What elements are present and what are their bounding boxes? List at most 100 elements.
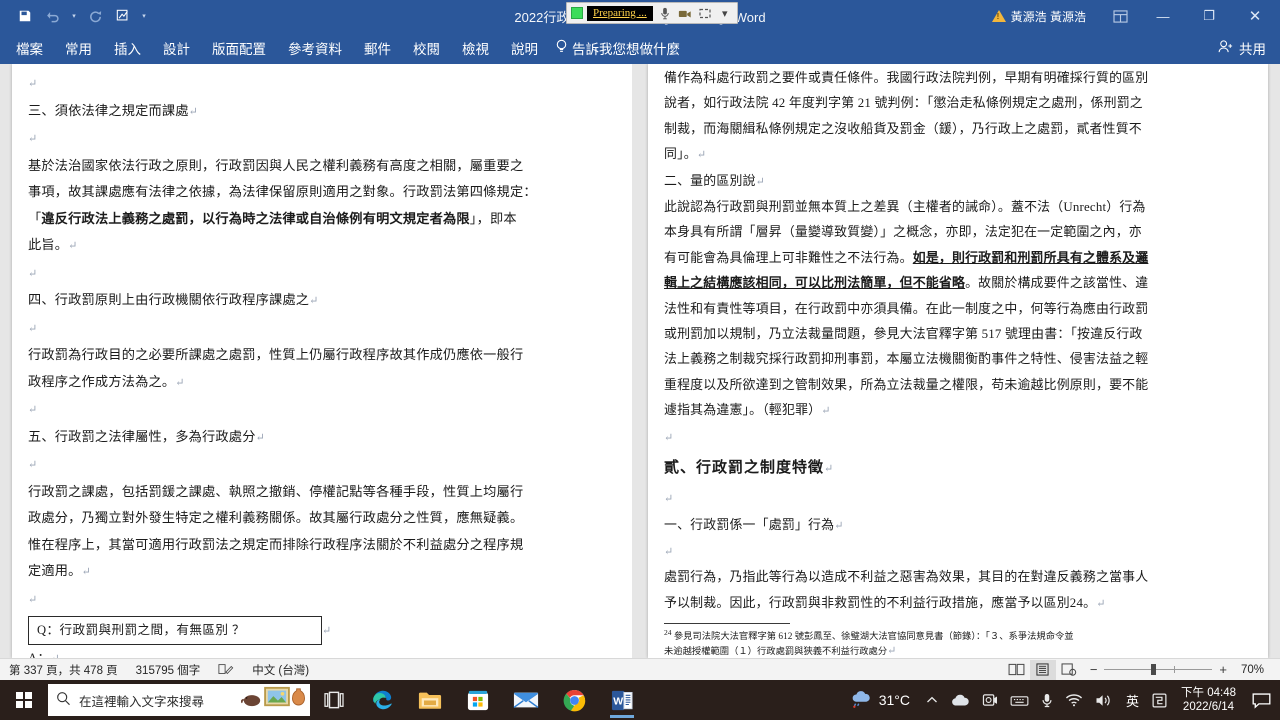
zoom-slider[interactable] (1104, 664, 1213, 675)
tab-design[interactable]: 設計 (152, 32, 201, 64)
action-center-icon[interactable] (1244, 680, 1278, 720)
web-layout-icon[interactable] (1056, 660, 1082, 680)
paragraph-mark: ↵ (175, 376, 185, 389)
track-changes-icon[interactable] (110, 4, 136, 28)
paragraph-mark: ↵ (28, 459, 38, 471)
zoom-in-button[interactable]: + (1219, 662, 1227, 677)
mail-icon[interactable] (502, 680, 550, 720)
ribbon-display-options-icon[interactable] (1100, 0, 1140, 32)
tab-help[interactable]: 說明 (500, 32, 549, 64)
search-placeholder: 在這裡輸入文字來搜尋 (79, 694, 205, 709)
ime-mode-icon[interactable] (1146, 693, 1173, 708)
customize-qat-caret-icon[interactable]: ▾ (138, 12, 150, 20)
microsoft-edge-icon[interactable] (358, 680, 406, 720)
proofing-errors-icon[interactable] (209, 663, 243, 676)
zoom-out-button[interactable]: − (1090, 662, 1098, 677)
close-button[interactable]: ✕ (1232, 0, 1278, 32)
rain-cloud-icon (850, 690, 872, 711)
keyboard-tray-icon[interactable] (1004, 694, 1035, 707)
tab-insert[interactable]: 插入 (103, 32, 152, 64)
tell-me-box[interactable]: 告訴我您想做什麼 (555, 38, 680, 58)
search-decoration-art (241, 686, 306, 708)
language-indicator[interactable]: 中文 (台灣) (243, 662, 318, 678)
microphone-tray-icon[interactable] (1035, 693, 1059, 708)
document-page-right[interactable]: 備作為科處行政罰之要件或責任條件。我國行政法院判例，早期有明確採行質的區別 說者… (648, 64, 1268, 658)
document-line-underlined-1: 有可能會為具倫理上可非難性之不法行為。如是，則行政罰和刑罰所具有之體系及邏 (664, 250, 1149, 265)
read-mode-icon[interactable] (1004, 660, 1030, 680)
search-input[interactable]: 在這裡輸入文字來搜尋 (48, 684, 310, 716)
weather-widget[interactable]: 31°C (844, 690, 920, 711)
paragraph-mark: ↵ (255, 431, 266, 444)
video-camera-icon[interactable] (677, 5, 693, 21)
document-line: 制裁，而海關緝私條例規定之沒收船貨及罰金（鍰），乃行政上之處罰，貳者性質不 (664, 121, 1142, 136)
tab-layout[interactable]: 版面配置 (201, 32, 277, 64)
show-hidden-icons-chevron-icon[interactable] (920, 695, 944, 705)
tab-mailings[interactable]: 郵件 (353, 32, 402, 64)
document-line: 本身具有所謂「層昇（量變導致質變）」之概念，亦即，法定犯在一定範圍之內，亦 (664, 225, 1142, 240)
page-indicator[interactable]: 第 337 頁，共 478 頁 (0, 662, 127, 678)
stop-record-square-icon[interactable] (571, 7, 583, 19)
undo-icon[interactable] (40, 4, 66, 28)
title-bar-right: 黃源浩 黃源浩 — ❐ ✕ (991, 0, 1280, 32)
file-explorer-icon[interactable] (406, 680, 454, 720)
question-text-box[interactable]: Q：行政罰與刑罰之間，有無區別 ？ (28, 616, 322, 645)
zoom-slider-thumb[interactable] (1151, 664, 1157, 675)
tab-file[interactable]: 檔案 (0, 32, 54, 64)
document-line: 此旨。↵ (28, 237, 78, 252)
recording-overlay-toolbar[interactable]: Preparing ... ▾ (566, 2, 738, 24)
tab-view[interactable]: 檢視 (451, 32, 500, 64)
screen-capture-icon[interactable] (976, 693, 1004, 707)
restore-button[interactable]: ❐ (1186, 0, 1232, 32)
print-layout-icon[interactable] (1029, 659, 1056, 680)
paragraph-mark: ↵ (1096, 597, 1106, 610)
taskbar-clock[interactable]: 下午 04:48 2022/6/14 (1173, 686, 1244, 714)
document-line: 基於法治國家依法行政之原則，行政罰因與人民之權利義務有高度之相關，屬重要之 (28, 157, 524, 173)
tab-review[interactable]: 校閱 (402, 32, 451, 64)
windows-start-icon[interactable] (0, 680, 48, 720)
google-chrome-icon[interactable] (550, 680, 598, 720)
redo-icon[interactable] (82, 4, 108, 28)
paragraph-mark: ↵ (28, 593, 38, 606)
document-page-left[interactable]: ↵ 三、須依法律之規定而課處↵ ↵ 基於法治國家依法行政之原則，行政罰因與人民之… (12, 64, 632, 658)
chevron-down-icon[interactable]: ▾ (717, 5, 733, 21)
paragraph-mark: ↵ (696, 149, 707, 162)
zoom-control[interactable]: − + 70% (1082, 662, 1272, 677)
account-area[interactable]: 黃源浩 黃源浩 (991, 8, 1100, 25)
paragraph-mark: ↵ (28, 78, 38, 90)
status-bar-right: − + 70% (1004, 659, 1280, 680)
document-canvas[interactable]: ↵ 三、須依法律之規定而課處↵ ↵ 基於法治國家依法行政之原則，行政罰因與人民之… (0, 64, 1280, 658)
task-view-icon[interactable] (310, 680, 358, 720)
wifi-icon[interactable] (1059, 693, 1089, 707)
footnote-separator (664, 623, 790, 625)
quick-access-toolbar: ▾ ▾ (0, 4, 150, 28)
paragraph-mark: ↵ (28, 133, 38, 145)
taskbar-pinned-apps: W (310, 680, 646, 720)
document-line: 行政罰之課處，包括罰鍰之課處、執照之撤銷、停權記點等各種手段，性質上均屬行 (28, 483, 524, 499)
paragraph-mark: ↵ (322, 625, 332, 637)
document-line: 政處分，乃獨立對外發生特定之權利義務關係。故其屬行政處分之性質，應無疑義。 (28, 510, 524, 525)
share-button[interactable]: 共用 (1218, 38, 1280, 58)
capture-region-icon[interactable] (697, 5, 713, 21)
microsoft-word-icon[interactable]: W (598, 680, 646, 720)
microsoft-store-icon[interactable] (454, 680, 502, 720)
zoom-level[interactable]: 70% (1234, 664, 1264, 676)
tab-references[interactable]: 參考資料 (277, 32, 353, 64)
undo-dropdown-caret-icon[interactable]: ▾ (68, 12, 80, 20)
document-line: 定適用。↵ (28, 563, 91, 578)
document-line: 五、行政罰之法律屬性，多為行政處分↵ (28, 428, 266, 444)
save-icon[interactable] (12, 4, 38, 28)
minimize-button[interactable]: — (1140, 0, 1186, 32)
microphone-icon[interactable] (657, 5, 673, 21)
ime-language-indicator[interactable]: 英 (1119, 691, 1146, 710)
volume-icon[interactable] (1089, 693, 1119, 708)
word-count[interactable]: 315795 個字 (127, 662, 210, 678)
paragraph-mark: ↵ (755, 175, 766, 188)
share-label: 共用 (1239, 42, 1266, 57)
answer-line: A：↵ (28, 647, 616, 658)
document-line-underlined-2: 輯上之結構應該相同，可以比刑法簡單，但不能省略。故關於構成要件之該當性、違 (664, 276, 1149, 291)
tab-home[interactable]: 常用 (54, 32, 103, 64)
paragraph-mark: ↵ (664, 545, 674, 558)
onedrive-cloud-icon[interactable] (944, 693, 976, 707)
word-window: ▾ ▾ 2022行政法勿忘我隨身讀 [相容模式] - Word Preparin… (0, 0, 1280, 720)
document-line: 事項，故其課處應有法律之依據，為法律保留原則適用之對象。行政罰法第四條規定： (28, 184, 537, 199)
